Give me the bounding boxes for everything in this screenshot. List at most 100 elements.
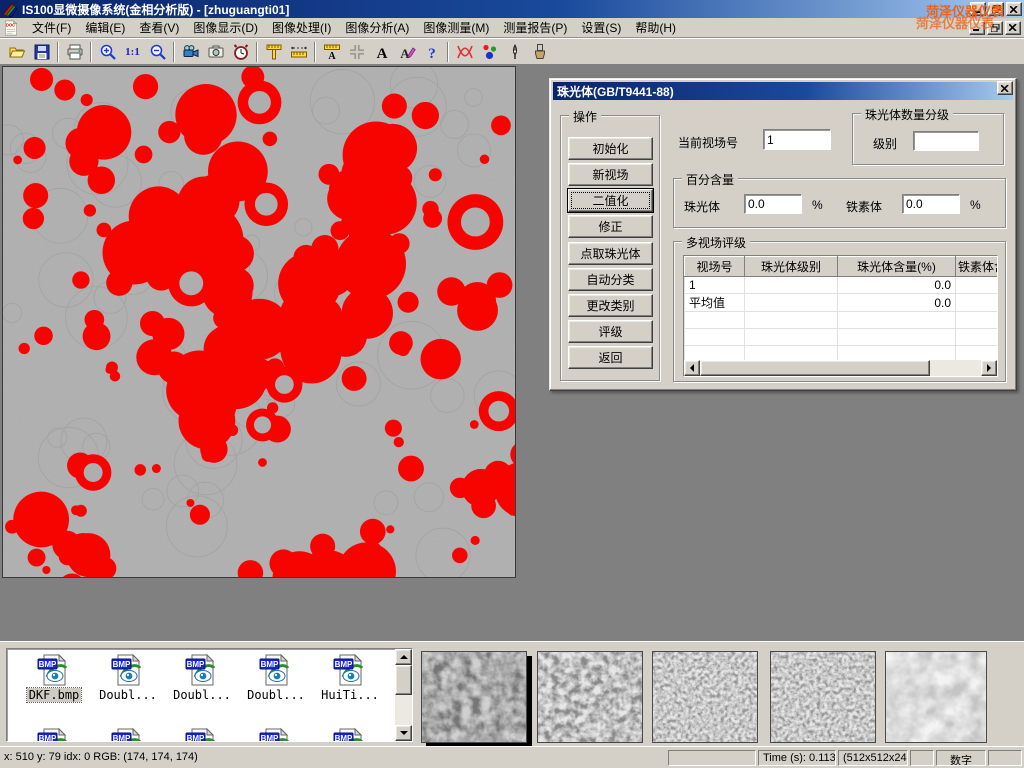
col-grade[interactable]: 珠光体级别: [745, 257, 838, 277]
thumbnail-2[interactable]: [537, 651, 643, 743]
cell-ferrite[interactable]: [956, 294, 999, 312]
text-button[interactable]: A: [369, 40, 394, 63]
cell-pearlite[interactable]: 0.0: [838, 277, 956, 294]
new-field-button[interactable]: 新视场: [568, 163, 653, 186]
thumbnail-3[interactable]: [652, 651, 758, 743]
zoom-1to1-button[interactable]: 1:1: [120, 40, 145, 63]
col-field[interactable]: 视场号: [685, 257, 745, 277]
menu-edit[interactable]: 编辑(E): [78, 17, 132, 38]
col-ferrite[interactable]: 铁素体含量(%): [956, 257, 999, 277]
table-horizontal-scrollbar[interactable]: [684, 360, 997, 376]
child-close-button[interactable]: [1005, 21, 1021, 35]
file-item[interactable]: [91, 727, 165, 742]
return-button[interactable]: 返回: [568, 346, 653, 369]
menu-image-analysis[interactable]: 图像分析(A): [338, 17, 416, 38]
file-item[interactable]: DKF.bmp: [17, 653, 91, 702]
zoom-in-button[interactable]: [95, 40, 120, 63]
ferrite-percent-input[interactable]: 0.0: [902, 194, 960, 214]
metallographic-image[interactable]: [2, 66, 516, 578]
scroll-left-button[interactable]: [684, 360, 700, 376]
timer-button[interactable]: [228, 40, 253, 63]
scroll-up-icon: [400, 655, 408, 659]
menu-settings[interactable]: 设置(S): [574, 17, 628, 38]
current-field-label: 当前视场号: [678, 134, 738, 151]
file-item[interactable]: HuiTi...: [313, 653, 387, 702]
minimize-button[interactable]: [970, 2, 986, 16]
ruler-measure-button[interactable]: [286, 40, 311, 63]
curve-tool-button[interactable]: [452, 40, 477, 63]
cell-pearlite[interactable]: 0.0: [838, 294, 956, 312]
zoom-out-button[interactable]: [145, 40, 170, 63]
print-button[interactable]: [62, 40, 87, 63]
still-capture-button[interactable]: [203, 40, 228, 63]
menu-view[interactable]: 查看(V): [132, 17, 186, 38]
cell-field[interactable]: 平均值: [685, 294, 745, 312]
change-class-button[interactable]: 更改类别: [568, 294, 653, 317]
open-button[interactable]: [4, 40, 29, 63]
svg-text:A: A: [400, 46, 410, 61]
cell-field[interactable]: 1: [685, 277, 745, 294]
binarize-button[interactable]: 二值化: [568, 189, 653, 212]
file-item[interactable]: [165, 727, 239, 742]
caliper-measure-button[interactable]: [261, 40, 286, 63]
rate-button[interactable]: 评级: [568, 320, 653, 343]
grade-input[interactable]: [913, 131, 979, 151]
document-icon: DOC: [3, 20, 19, 36]
pan-button[interactable]: [344, 40, 369, 63]
col-pearlite[interactable]: 珠光体含量(%): [838, 257, 956, 277]
grading-group: 珠光体数量分级 级别: [852, 113, 1004, 165]
dialog-close-button[interactable]: [997, 81, 1013, 95]
paint-tool-button[interactable]: [527, 40, 552, 63]
pen-tool-button[interactable]: [502, 40, 527, 63]
dialog-title-bar[interactable]: 珠光体(GB/T9441-88): [553, 82, 1013, 100]
child-restore-button[interactable]: [987, 21, 1003, 35]
annotate-button[interactable]: A: [394, 40, 419, 63]
save-button[interactable]: [29, 40, 54, 63]
menu-image-measure[interactable]: 图像测量(M): [416, 17, 496, 38]
correct-button[interactable]: 修正: [568, 215, 653, 238]
thumbnail-4[interactable]: [770, 651, 876, 743]
toolbar-separator: [447, 42, 449, 62]
svg-text:A: A: [376, 46, 387, 61]
count-points-button[interactable]: [477, 40, 502, 63]
child-minimize-button[interactable]: [969, 21, 985, 35]
auto-classify-button[interactable]: 自动分类: [568, 268, 653, 291]
cell-ferrite[interactable]: [956, 277, 999, 294]
menu-report[interactable]: 测量报告(P): [496, 17, 574, 38]
scroll-down-button[interactable]: [395, 725, 412, 741]
file-item[interactable]: [313, 727, 387, 742]
close-button[interactable]: [1006, 2, 1022, 16]
scrollbar-thumb[interactable]: [700, 360, 930, 376]
measure-label-button[interactable]: A: [319, 40, 344, 63]
thumbnail-5[interactable]: [885, 651, 987, 743]
current-field-input[interactable]: 1: [763, 129, 831, 150]
cell-grade[interactable]: [745, 277, 838, 294]
restore-button[interactable]: [988, 2, 1004, 16]
file-item[interactable]: [17, 727, 91, 742]
menu-image-processing[interactable]: 图像处理(I): [265, 17, 338, 38]
pearlite-percent-input[interactable]: 0.0: [744, 194, 802, 214]
file-item[interactable]: [239, 727, 313, 742]
ferrite-label: 铁素体: [846, 198, 882, 215]
file-name: HuiTi...: [319, 688, 381, 702]
init-button[interactable]: 初始化: [568, 137, 653, 160]
thumbnail-1[interactable]: [421, 651, 527, 743]
video-capture-button[interactable]: [178, 40, 203, 63]
file-item[interactable]: Doubl...: [239, 653, 313, 702]
menu-image-display[interactable]: 图像显示(D): [186, 17, 265, 38]
menu-help[interactable]: 帮助(H): [628, 17, 683, 38]
scroll-right-button[interactable]: [981, 360, 997, 376]
scroll-left-icon: [690, 364, 694, 372]
file-item[interactable]: Doubl...: [91, 653, 165, 702]
rating-table[interactable]: 视场号 珠光体级别 珠光体含量(%) 铁素体含量(%) 1 0.0 平均值 0.…: [683, 255, 998, 377]
help-button[interactable]: ?: [419, 40, 444, 63]
pick-pearlite-button[interactable]: 点取珠光体: [568, 242, 653, 265]
scrollbar-thumb[interactable]: [395, 665, 412, 695]
menu-file[interactable]: 文件(F): [25, 17, 78, 38]
file-list[interactable]: DKF.bmp Doubl... Doubl... Doubl... HuiTi…: [6, 648, 413, 742]
ruler-icon: [290, 43, 308, 61]
scroll-up-button[interactable]: [395, 649, 412, 665]
file-list-scrollbar[interactable]: [395, 649, 412, 741]
file-item[interactable]: Doubl...: [165, 653, 239, 702]
cell-grade[interactable]: [745, 294, 838, 312]
